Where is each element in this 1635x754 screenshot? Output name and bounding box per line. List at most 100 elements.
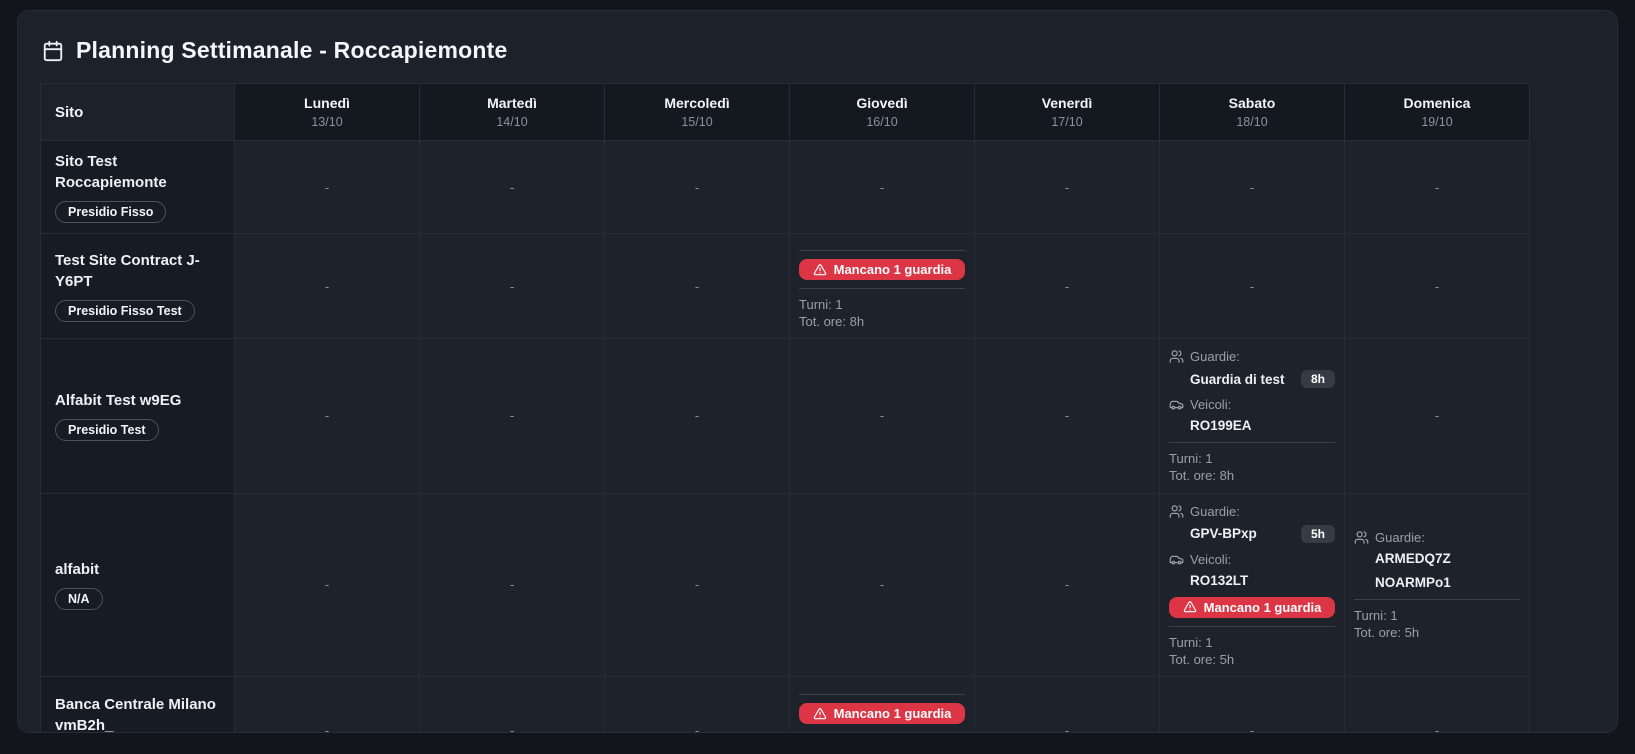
day-cell[interactable]: Mancano 1 guardiaTurni: 1Tot. ore: 8h [790, 676, 975, 733]
empty-cell-dash: - [429, 577, 595, 592]
day-cell[interactable]: - [605, 141, 790, 234]
day-cell[interactable]: - [235, 676, 420, 733]
day-cell[interactable]: - [790, 141, 975, 234]
site-name: alfabit [55, 559, 220, 580]
day-cell[interactable]: - [235, 141, 420, 234]
day-cell[interactable]: - [420, 339, 605, 493]
day-cell[interactable]: - [975, 234, 1160, 339]
day-cell[interactable]: - [1345, 339, 1530, 493]
day-cell[interactable]: - [790, 339, 975, 493]
day-cell[interactable]: - [605, 676, 790, 733]
day-cell[interactable]: - [420, 141, 605, 234]
hours-summary-value: 5h [1220, 652, 1234, 667]
guards-icon [1354, 530, 1369, 545]
empty-cell-dash: - [614, 723, 780, 733]
day-cell[interactable]: - [1345, 676, 1530, 733]
guard-name: Guardia di test [1190, 372, 1285, 387]
vehicle-icon [1169, 397, 1184, 412]
missing-guard-badge[interactable]: Mancano 1 guardia [799, 259, 965, 280]
guard-item: Guardia di test8h [1169, 370, 1335, 388]
day-cell[interactable]: - [235, 234, 420, 339]
vehicles-label: Veicoli: [1169, 552, 1335, 567]
hours-summary-value: 8h [850, 314, 864, 329]
day-cell[interactable]: Mancano 1 guardia Turni: 1Tot. ore: 8h [790, 234, 975, 339]
day-cell[interactable]: - [1160, 141, 1345, 234]
day-name: Martedì [421, 95, 603, 111]
divider [799, 250, 965, 251]
divider [1169, 442, 1335, 443]
shifts-summary: Turni: 1 [799, 296, 965, 313]
day-cell[interactable]: Guardie:GPV-BPxp5hVeicoli:RO132LTMancano… [1160, 493, 1345, 676]
site-name: Alfabit Test w9EG [55, 390, 220, 411]
guard-name: NOARMPo1 [1375, 575, 1451, 590]
hours-summary: Tot. ore: 5h [1169, 651, 1335, 668]
divider [1169, 626, 1335, 627]
day-name: Mercoledì [606, 95, 788, 111]
empty-cell-dash: - [984, 180, 1150, 195]
site-cell: Test Site Contract J-Y6PTPresidio Fisso … [41, 234, 235, 339]
site-name: Sito Test Roccapiemonte [55, 151, 220, 193]
vehicles-label: Veicoli: [1169, 397, 1335, 412]
day-cell[interactable]: - [975, 493, 1160, 676]
cell-content: Guardie:GPV-BPxp5hVeicoli:RO132LTMancano… [1169, 504, 1335, 668]
day-cell[interactable]: - [790, 493, 975, 676]
planning-table-body: Sito Test RoccapiemontePresidio Fisso---… [41, 141, 1530, 734]
table-row: Banca Centrale Milano vmB2h_N/A---Mancan… [41, 676, 1530, 733]
vehicle-plate: RO132LT [1190, 573, 1248, 588]
hours-summary: Tot. ore: 8h [1169, 467, 1335, 484]
day-cell[interactable]: - [420, 493, 605, 676]
day-cell[interactable]: - [605, 493, 790, 676]
day-cell[interactable]: - [1160, 234, 1345, 339]
site-column-header: Sito [41, 84, 235, 141]
missing-guard-text: Mancano 1 guardia [834, 706, 952, 721]
guards-label: Guardie: [1169, 504, 1335, 519]
site-type-badge: Presidio Fisso Test [55, 300, 195, 322]
hours-summary-label: Tot. ore: [1169, 468, 1216, 483]
missing-guard-badge[interactable]: Mancano 1 guardia [1169, 597, 1335, 618]
planning-card: Planning Settimanale - Roccapiemonte Sit… [17, 10, 1618, 733]
day-cell[interactable]: Guardie:ARMEDQ7ZNOARMPo1Turni: 1Tot. ore… [1345, 493, 1530, 676]
day-header: Mercoledì 15/10 [605, 84, 790, 141]
day-cell[interactable]: - [1345, 141, 1530, 234]
day-date: 14/10 [421, 115, 603, 129]
shifts-summary-value: 1 [835, 297, 842, 312]
day-cell[interactable]: - [975, 339, 1160, 493]
empty-cell-dash: - [429, 180, 595, 195]
day-cell[interactable]: - [235, 339, 420, 493]
guard-name: ARMEDQ7Z [1375, 551, 1451, 566]
guards-label-text: Guardie: [1375, 530, 1425, 545]
guards-icon [1169, 504, 1184, 519]
day-name: Domenica [1346, 95, 1528, 111]
day-cell[interactable]: - [975, 141, 1160, 234]
empty-cell-dash: - [614, 408, 780, 423]
missing-guard-badge[interactable]: Mancano 1 guardia [799, 703, 965, 724]
shifts-summary: Turni: 1 [1169, 450, 1335, 467]
empty-cell-dash: - [984, 279, 1150, 294]
header-row: Sito Lunedì13/10Martedì14/10Mercoledì15/… [41, 84, 1530, 141]
divider [799, 288, 965, 289]
empty-cell-dash: - [984, 577, 1150, 592]
day-cell[interactable]: - [605, 234, 790, 339]
calendar-icon [42, 40, 64, 62]
day-date: 15/10 [606, 115, 788, 129]
day-cell[interactable]: - [975, 676, 1160, 733]
empty-cell-dash: - [799, 577, 965, 592]
hours-summary-label: Tot. ore: [1169, 652, 1216, 667]
guards-label: Guardie: [1169, 349, 1335, 364]
guard-hours-badge: 5h [1301, 525, 1335, 543]
day-cell[interactable]: - [1345, 234, 1530, 339]
day-cell[interactable]: - [605, 339, 790, 493]
missing-guard-text: Mancano 1 guardia [834, 262, 952, 277]
day-cell[interactable]: - [235, 493, 420, 676]
day-cell[interactable]: - [1160, 676, 1345, 733]
day-header: Venerdì17/10 [975, 84, 1160, 141]
cell-content: Mancano 1 guardiaTurni: 1Tot. ore: 8h [799, 694, 965, 733]
guards-label-text: Guardie: [1190, 349, 1240, 364]
warning-icon [1183, 600, 1197, 614]
day-cell[interactable]: - [420, 234, 605, 339]
hours-summary-label: Tot. ore: [799, 314, 846, 329]
day-cell[interactable]: Guardie:Guardia di test8hVeicoli:RO199EA… [1160, 339, 1345, 493]
empty-cell-dash: - [1354, 279, 1520, 294]
shifts-summary-value: 1 [1205, 635, 1212, 650]
day-cell[interactable]: - [420, 676, 605, 733]
